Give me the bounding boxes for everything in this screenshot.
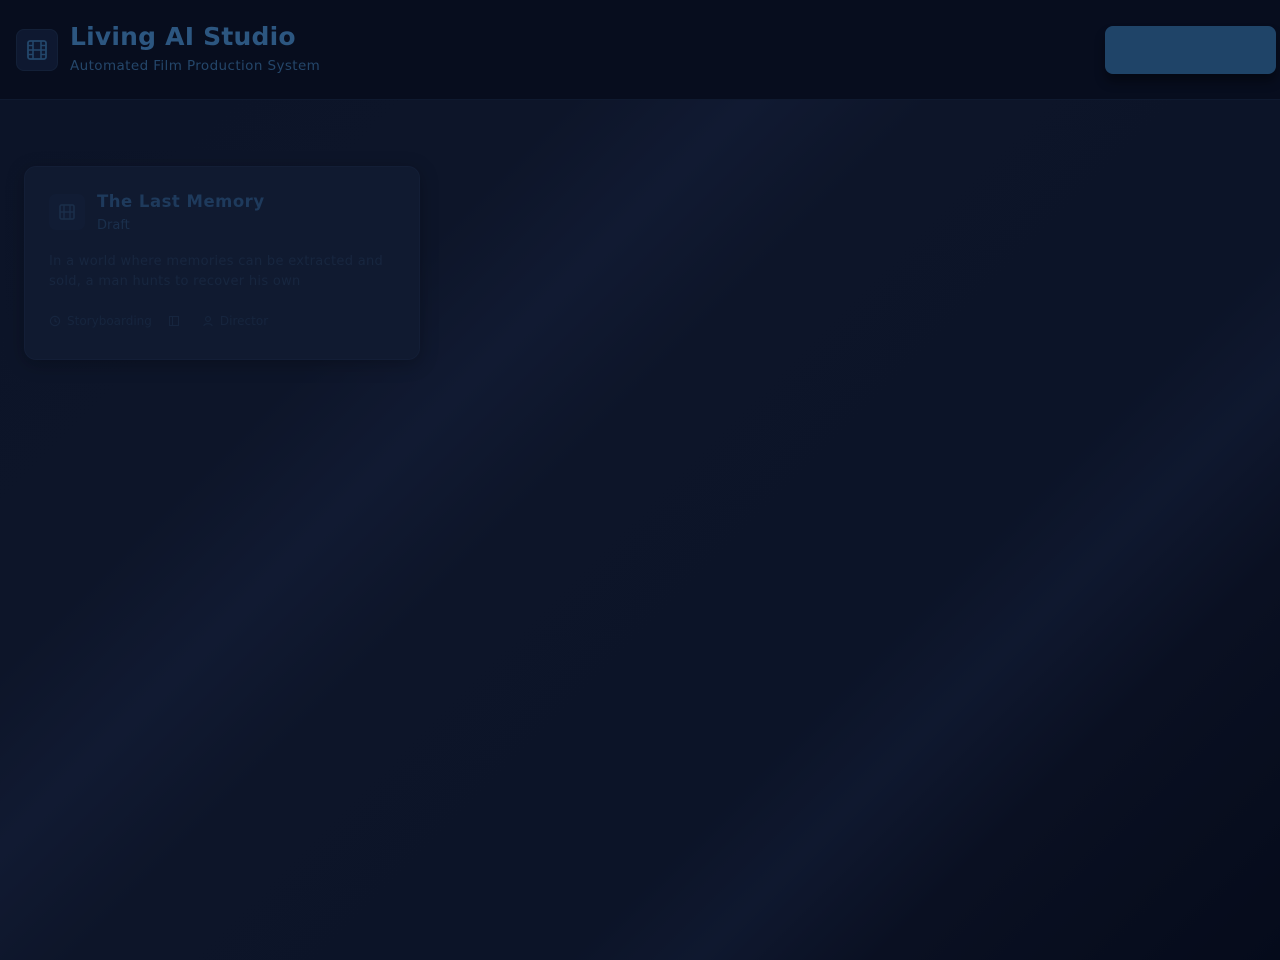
clock-icon (49, 315, 61, 327)
user-icon (203, 316, 213, 327)
meta-role-label: Director (219, 314, 269, 328)
project-card[interactable]: The Last Memory Draft In a world where m… (24, 166, 420, 360)
app-header: Living AI Studio Automated Film Producti… (0, 0, 1280, 100)
meta-stage-label: Storyboarding (67, 314, 152, 328)
meta-scenes (168, 314, 186, 328)
project-title[interactable]: The Last Memory (97, 192, 265, 211)
meta-role: Director (202, 314, 268, 328)
project-description: In a world where memories can be extract… (49, 254, 384, 289)
project-meta: Storyboarding Director (49, 314, 268, 328)
meta-stage: Storyboarding (49, 314, 152, 328)
film-icon (16, 29, 58, 71)
project-status: Draft (97, 218, 130, 233)
film-icon (49, 194, 85, 230)
new-project-button[interactable] (1105, 26, 1276, 74)
app-title: Living AI Studio (70, 22, 296, 51)
app-subtitle: Automated Film Production System (70, 58, 321, 74)
film-icon (168, 315, 179, 327)
